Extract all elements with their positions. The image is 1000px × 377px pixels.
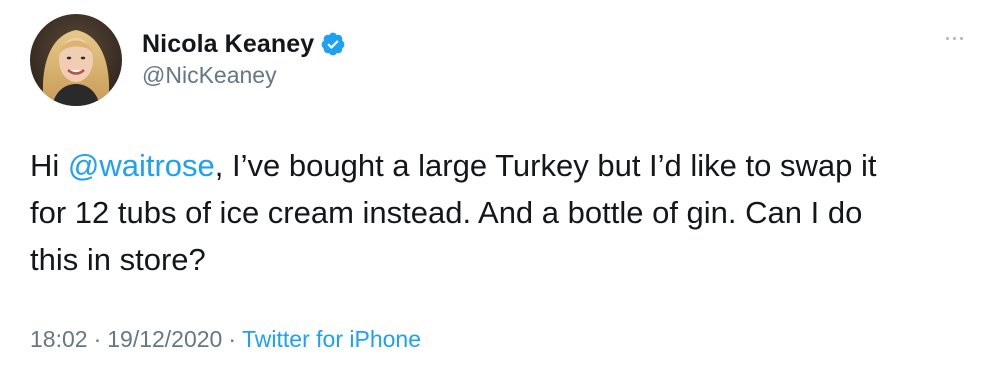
- tweet-source-link[interactable]: Twitter for iPhone: [242, 326, 421, 352]
- tweet-text-line-1: Hi @waitrose, I’ve bought a large Turkey…: [30, 142, 970, 189]
- tweet-text-prefix: Hi: [30, 148, 68, 183]
- user-handle[interactable]: @NicKeaney: [142, 62, 277, 89]
- more-options-dot: [959, 36, 963, 40]
- tweet-meta: 18:02 · 19/12/2020 · Twitter for iPhone: [30, 326, 421, 353]
- tweet-text-line1-rest: , I’ve bought a large Turkey but I’d lik…: [214, 148, 877, 183]
- tweet-text: Hi @waitrose, I’ve bought a large Turkey…: [30, 142, 970, 283]
- avatar-image: [30, 14, 122, 106]
- meta-separator: ·: [228, 326, 237, 352]
- verified-badge-icon: [320, 31, 346, 57]
- more-options-icon: [945, 36, 949, 40]
- avatar[interactable]: [30, 14, 122, 106]
- tweet-date[interactable]: 19/12/2020: [107, 326, 222, 352]
- meta-separator: ·: [93, 326, 102, 352]
- mention-link[interactable]: @waitrose: [68, 148, 215, 183]
- tweet-text-line-2: for 12 tubs of ice cream instead. And a …: [30, 195, 863, 230]
- tweet-time[interactable]: 18:02: [30, 326, 88, 352]
- tweet-text-line-3: this in store?: [30, 242, 206, 277]
- tweet-card: Nicola Keaney @NicKeaney Hi @waitrose, I…: [0, 0, 1000, 377]
- more-options-button[interactable]: [934, 26, 974, 50]
- user-name-row: Nicola Keaney: [142, 28, 346, 60]
- display-name[interactable]: Nicola Keaney: [142, 30, 314, 59]
- more-options-dot: [952, 36, 956, 40]
